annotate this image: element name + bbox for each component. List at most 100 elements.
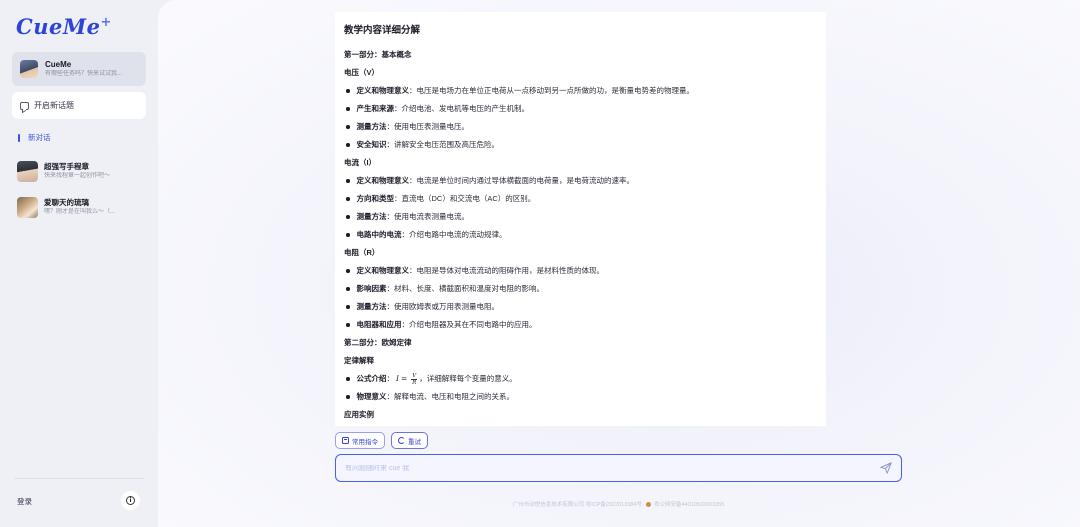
bullet-dot <box>346 107 350 111</box>
conversation-item-active[interactable]: 新对话 <box>18 132 51 143</box>
common-commands-button[interactable]: 常用指令 <box>335 432 385 449</box>
bullet-dot <box>346 323 350 327</box>
bullet-text: ：介绍电路中电流的流动规律。 <box>401 230 507 239</box>
bullet-key: 定义和物理意义 <box>356 176 410 185</box>
bullet-item: 物理意义 ：解释电流、电压和电阻之间的关系。 <box>344 388 817 406</box>
info-button[interactable]: i <box>121 491 140 510</box>
assistant-name: CueMe <box>45 59 72 69</box>
formula-fraction: VR <box>411 372 418 386</box>
response-card: 教学内容详细分解 第一部分：基本概念 电压（V） 定义和物理意义 ：电压是电场力在单位… <box>335 12 826 426</box>
footer-company[interactable]: 广州市动悦信息技术有限公司 粤ICP备2022013384号 <box>513 500 642 508</box>
conversation-subtitle: 嘿？刚才是在叫我么～（... <box>44 208 116 215</box>
conversation-item[interactable]: 超强写手程章 快来找程章一起创作吧～ <box>17 160 147 182</box>
bullet-item: 电路中的电流 ：介绍电路中电流的流动规律。 <box>344 226 817 244</box>
bullet-dot <box>346 125 350 129</box>
section-heading: 第二部分：欧姆定律 <box>344 338 412 347</box>
footer: 广州市动悦信息技术有限公司 粤ICP备2022013384号 粤公网安备4401… <box>335 500 902 508</box>
bullet-text: ：电流是单位时间内通过导体横截面的电荷量，是电荷流动的速率。 <box>409 176 634 185</box>
bullet-dot <box>346 287 350 291</box>
bullet-key: 电阻器和应用 <box>356 320 402 329</box>
bullet-text: ：使用欧姆表或万用表测量电阻。 <box>386 302 500 311</box>
conversation-avatar <box>17 160 38 182</box>
retry-button[interactable]: 重试 <box>391 432 428 449</box>
bullet-key: 定义和物理意义 <box>356 86 410 95</box>
bullet-item: 定义和物理意义 ：电阻是导体对电流流动的阻碍作用，是材料性质的体现。 <box>344 262 817 280</box>
bullet-text: ：材料、长度、横截面积和温度对电阻的影响。 <box>386 284 545 293</box>
conversation-avatar <box>17 196 38 218</box>
formula-denominator: R <box>412 379 417 386</box>
bullet-dot <box>346 269 350 273</box>
assistant-card[interactable]: CueMe 有哪些任务吗？快来试试我... <box>12 52 146 86</box>
bullet-dot <box>346 179 350 183</box>
bullet-text: ：直流电（DC）和交流电（AC）的区别。 <box>394 194 536 203</box>
bullet-item: 方向和类型 ：直流电（DC）和交流电（AC）的区别。 <box>344 190 817 208</box>
sidebar: CueMe+ CueMe 有哪些任务吗？快来试试我... 开启新话题 新对话 超… <box>0 0 158 527</box>
conversation-text: 爱聊天的琉璃 嘿？刚才是在叫我么～（... <box>44 198 144 217</box>
bullet-key: 安全知识 <box>356 140 387 149</box>
bullet-item: 测量方法 ：使用电流表测量电流。 <box>344 208 817 226</box>
police-badge-icon <box>645 501 651 507</box>
assistant-avatar <box>20 60 38 78</box>
active-conversation-label: 新对话 <box>28 133 51 142</box>
login-link[interactable]: 登录 <box>17 496 32 507</box>
section-heading: 电压（V） <box>344 68 380 77</box>
bullet-text: ：介绍电阻器及其在不同电路中的应用。 <box>401 320 537 329</box>
conversation-item[interactable]: 爱聊天的琉璃 嘿？刚才是在叫我么～（... <box>17 196 147 218</box>
bullet-key: 定义和物理意义 <box>356 266 410 275</box>
common-commands-label: 常用指令 <box>352 438 378 446</box>
bullet-dot <box>346 233 350 237</box>
refresh-icon <box>398 437 405 444</box>
app-logo[interactable]: CueMe+ <box>16 14 112 39</box>
bullet-dot <box>346 305 350 309</box>
section-heading: 应用实例 <box>344 410 374 419</box>
message-input[interactable] <box>336 464 879 472</box>
message-input-box <box>335 454 902 482</box>
new-topic-button[interactable]: 开启新话题 <box>12 92 146 119</box>
document-body: 第一部分：基本概念 电压（V） 定义和物理意义 ：电压是电场力在单位正电荷从一点移动到… <box>344 46 817 424</box>
bullet-item: 电阻器和应用 ：介绍电阻器及其在不同电路中的应用。 <box>344 316 817 334</box>
logo-plus-mark: + <box>100 15 112 30</box>
formula-equals: = <box>400 374 408 383</box>
retry-label: 重试 <box>408 438 421 446</box>
bullet-dot <box>346 377 350 381</box>
footer-police[interactable]: 粤公网安备44010502003355 <box>654 500 724 508</box>
new-topic-label: 开启新话题 <box>34 101 74 110</box>
sidebar-divider <box>14 478 144 479</box>
bullet-key: 公式介绍 <box>356 374 387 383</box>
info-icon: i <box>126 496 135 505</box>
bullet-dot <box>346 197 350 201</box>
section-heading: 第一部分：基本概念 <box>344 50 412 59</box>
bullet-item: 产生和来源 ：介绍电池、发电机等电压的产生机制。 <box>344 100 817 118</box>
bullet-key: 测量方法 <box>356 302 387 311</box>
bullet-key: 物理意义 <box>356 392 387 401</box>
commands-icon <box>342 437 349 444</box>
formula-numerator: V <box>411 372 418 380</box>
bullet-text: ：使用电压表测量电压。 <box>386 122 470 131</box>
send-icon[interactable] <box>879 461 893 475</box>
section-heading: 电阻（R） <box>344 248 380 257</box>
assistant-text: CueMe 有哪些任务吗？快来试试我... <box>45 60 137 79</box>
bullet-text: ：使用电流表测量电流。 <box>386 212 470 221</box>
bullet-text: ：电压是电场力在单位正电荷从一点移动到另一点所做的功，是衡量电势差的物理量。 <box>409 86 694 95</box>
bullet-item: 公式介绍： I = V R ，详细解释每个变量的意义。 <box>344 370 817 388</box>
bullet-text: ，详细解释每个变量的意义。 <box>419 374 517 383</box>
bullet-dot <box>346 89 350 93</box>
bullet-key: 影响因素 <box>356 284 387 293</box>
conversation-text: 超强写手程章 快来找程章一起创作吧～ <box>44 162 144 181</box>
formula-prefix: ： <box>386 374 395 383</box>
section-heading: 电流（I） <box>344 158 377 167</box>
bullet-item: 测量方法 ：使用电压表测量电压。 <box>344 118 817 136</box>
new-chat-icon <box>20 101 29 110</box>
bullet-item: 测量方法 ：使用欧姆表或万用表测量电阻。 <box>344 298 817 316</box>
formula-lhs: I <box>396 374 399 383</box>
main-panel: 教学内容详细分解 第一部分：基本概念 电压（V） 定义和物理意义 ：电压是电场力在单位… <box>158 0 1080 527</box>
bullet-dot <box>346 143 350 147</box>
assistant-subtitle: 有哪些任务吗？快来试试我... <box>45 70 123 77</box>
section-heading: 定律解释 <box>344 356 374 365</box>
bullet-item: 定义和物理意义 ：电流是单位时间内通过导体横截面的电荷量，是电荷流动的速率。 <box>344 172 817 190</box>
bullet-dot <box>346 215 350 219</box>
conversation-title: 超强写手程章 <box>44 161 89 171</box>
ohms-law-formula: I = V R <box>396 370 418 388</box>
bullet-text: ：解释电流、电压和电阻之间的关系。 <box>386 392 515 401</box>
bullet-key: 方向和类型 <box>356 194 395 203</box>
